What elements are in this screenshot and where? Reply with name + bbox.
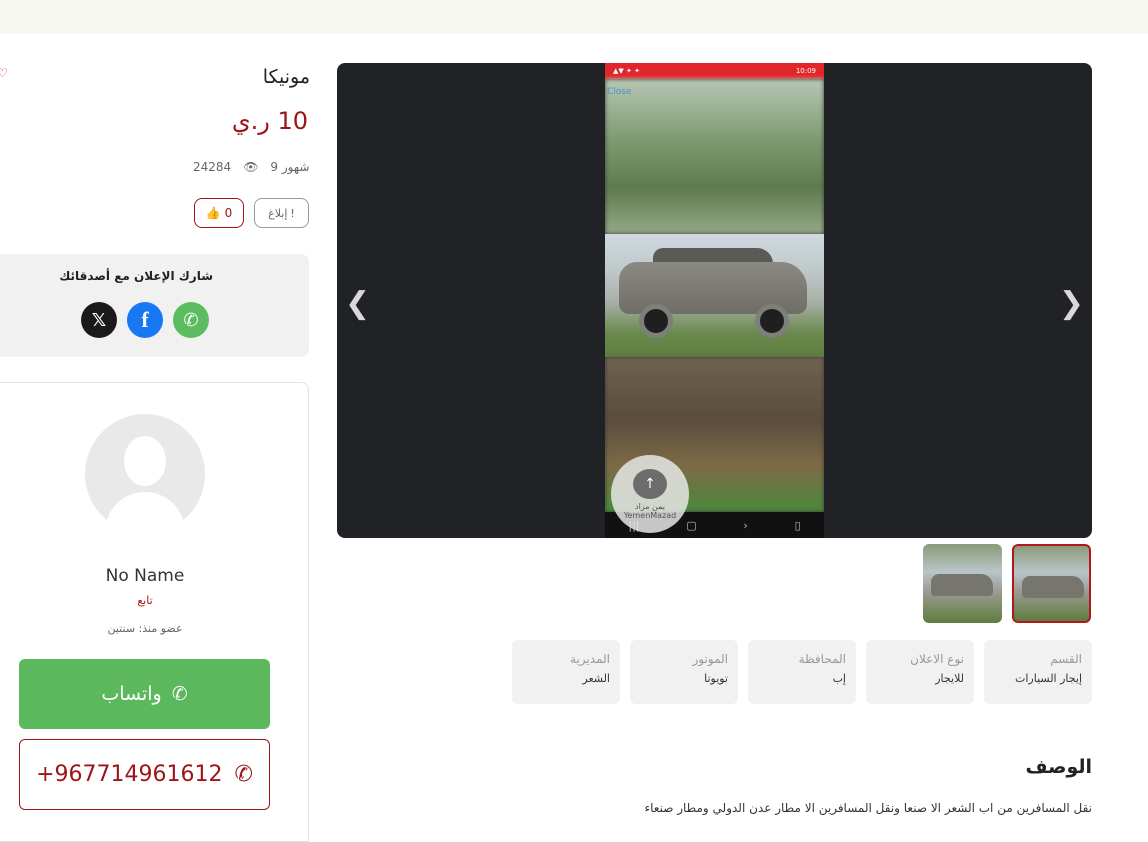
ad-age: 9 شهور: [270, 160, 310, 174]
report-button[interactable]: إبلاغ !: [254, 198, 309, 228]
avatar-shoulders: [105, 492, 185, 534]
car-wheel: [639, 304, 673, 338]
main-photo: ▲▼ ✦ ✦10:09 Close |||▢›▯ ↑ يمن مزاد Yeme…: [605, 63, 824, 538]
car-wheel: [755, 304, 789, 338]
photo-close-label: Close: [607, 87, 632, 97]
share-title: شارك الإعلان مع أصدقائك: [59, 269, 213, 283]
detail-label: القسم: [1050, 652, 1082, 666]
description-heading: الوصف: [1025, 756, 1092, 778]
like-button[interactable]: 👍 0: [194, 198, 244, 228]
watermark-text: يمن مزاد: [635, 501, 665, 511]
facebook-icon[interactable]: f: [127, 302, 163, 338]
detail-value: للايجار: [935, 672, 964, 685]
report-label: إبلاغ: [268, 206, 288, 220]
mazad-logo-icon: ↑: [633, 468, 667, 499]
views-count: 24284: [193, 160, 232, 174]
detail-card-district: المديرية الشعر: [512, 640, 620, 704]
detail-label: الموتور: [692, 652, 728, 666]
gallery-thumbnail[interactable]: [923, 544, 1002, 623]
like-count: 0: [224, 206, 233, 220]
car-photo: [605, 234, 824, 357]
share-panel: شارك الإعلان مع أصدقائك 𝕏 f ✆: [0, 254, 309, 357]
seller-role[interactable]: تابع: [0, 594, 290, 607]
watermark-logo: ↑ يمن مزاد YemenMazad: [611, 455, 689, 533]
phone-icon: ✆: [234, 762, 253, 787]
detail-value: تويوتا: [704, 672, 728, 685]
detail-card-make: الموتور تويوتا: [630, 640, 738, 704]
exclamation-icon: !: [290, 206, 295, 220]
seller-member-since: عضو منذ: سنتين: [107, 622, 183, 635]
seller-card: No Name تابع عضو منذ: سنتين ✆ واتساب +96…: [0, 382, 309, 842]
blurred-area-top: [605, 79, 824, 234]
whatsapp-button[interactable]: ✆ واتساب: [19, 659, 270, 729]
detail-label: المحافظة: [798, 652, 846, 666]
detail-label: نوع الاعلان: [910, 652, 964, 666]
seller-name: No Name: [105, 566, 185, 586]
detail-value: الشعر: [582, 672, 610, 685]
phone-number: +967714961612: [36, 762, 223, 787]
gallery-thumbnail-active[interactable]: [1012, 544, 1091, 623]
ad-title: مونيكا: [262, 66, 310, 88]
eye-icon: 👁: [243, 160, 259, 174]
detail-card-governorate: المحافظة إب: [748, 640, 856, 704]
whatsapp-icon[interactable]: ✆: [173, 302, 209, 338]
image-gallery[interactable]: ▲▼ ✦ ✦10:09 Close |||▢›▯ ↑ يمن مزاد Yeme…: [337, 63, 1092, 538]
favorite-heart-icon[interactable]: ♡: [0, 66, 8, 80]
detail-value: إب: [832, 672, 846, 685]
x-icon[interactable]: 𝕏: [81, 302, 117, 338]
thumbs-up-icon: 👍: [205, 206, 221, 220]
watermark-subtext: YemenMazad: [623, 510, 677, 520]
phone-button[interactable]: +967714961612 ✆: [19, 739, 270, 810]
top-bar: [0, 0, 1148, 34]
thumbnail-car: [1022, 576, 1084, 598]
avatar-head: [124, 436, 166, 486]
ad-price: 10 ر.ي: [231, 107, 308, 135]
detail-label: المديرية: [570, 652, 610, 666]
description-text: نقل المسافرين من اب الشعر الا صنعا ونقل …: [644, 801, 1093, 815]
phone-status-bar: ▲▼ ✦ ✦ 10:09: [605, 63, 824, 79]
whatsapp-icon: ✆: [171, 683, 188, 705]
thumbnail-car: [931, 574, 993, 596]
detail-card-category: القسم إيجار السيارات: [984, 640, 1092, 704]
avatar: [85, 414, 205, 534]
next-arrow-icon[interactable]: ❯: [1059, 286, 1084, 321]
prev-arrow-icon[interactable]: ❮: [345, 286, 370, 321]
detail-card-ad-type: نوع الاعلان للايجار: [866, 640, 974, 704]
detail-value: إيجار السيارات: [1015, 672, 1082, 685]
ad-meta: 24284 👁 9 شهور: [193, 160, 309, 174]
whatsapp-button-label: واتساب: [101, 683, 162, 705]
